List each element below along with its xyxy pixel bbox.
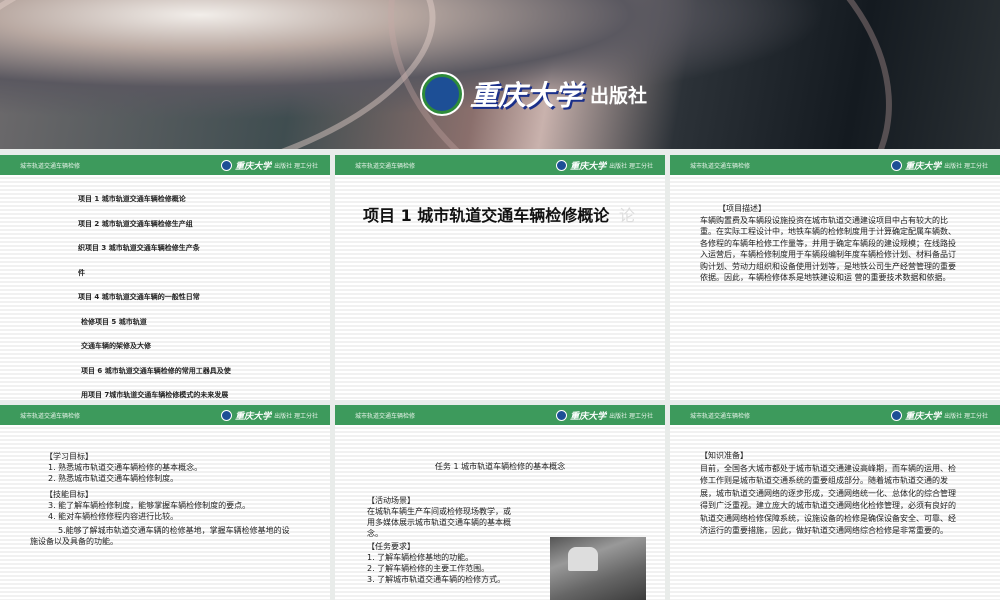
section-heading: 【任务要求】 [367,542,415,551]
toc-line: 用项目 7城市轨道交通车辆检修模式的未来发展 [81,391,229,399]
brand: 重庆大学 [905,161,942,172]
seal-icon [891,159,903,171]
list-item: 1. 熟悉城市轨道交通车辆检修的基本概念。 [48,463,203,472]
slide-thumbnail-6[interactable]: 城市轨道交通车辆检修 重庆大学 出版社 理工分社 【知识准备】 目前，全国各大城市都… [670,405,1000,600]
list-item: 2. 了解车辆检修的主要工作范围。 [367,564,490,573]
list-item: 2. 熟悉城市轨道交通车辆检修制度。 [48,474,179,483]
section-text: 车辆购置费及车辆段设施投资在城市轨道交通建设项目中占有较大的比重。在实际工程设计… [700,215,956,283]
university-seal-icon [422,74,462,114]
section-heading: 【学习目标】 [45,452,93,461]
ghost-text: 论 [619,206,636,225]
slide-header: 城市轨道交通车辆检修 重庆大学 出版社 理工分社 [670,155,1000,175]
publisher-suffix: 出版社 [590,84,648,107]
brand: 重庆大学 [905,411,942,422]
task-text: 【活动场景】 在城轨车辆生产车间或检修现场教学，或用多媒体展示城市轨道交通车辆的… [367,495,517,585]
slide-header: 城市轨道交通车辆检修 重庆大学 出版社 理工分社 [670,405,1000,425]
seal-icon [556,159,568,171]
brand-small: 出版社 理工分社 [944,162,988,170]
slide-thumbnail-3[interactable]: 城市轨道交通车辆检修 重庆大学 出版社 理工分社 【项目描述】 车辆购置费及车辆段设… [670,155,1000,400]
list-item: 3. 了解城市轨道交通车辆的检修方式。 [367,575,506,584]
toc-line: 项目 4 城市轨道交通车辆的一般性日常 [78,293,200,301]
slide-thumbnail-5[interactable]: 城市轨道交通车辆检修 重庆大学 出版社 理工分社 任务 1 城市轨道车辆检修的基本概… [335,405,665,600]
brand: 重庆大学 [235,161,272,172]
brand: 重庆大学 [235,411,272,422]
slide-thumbnail-1[interactable]: 城市轨道交通车辆检修 重庆大学 出版社 理工分社 项目 1 城市轨道交通车辆检修概论… [0,155,330,400]
brand-small: 出版社 理工分社 [274,412,318,420]
section-heading: 【活动场景】 [367,496,415,505]
slide-header: 城市轨道交通车辆检修 重庆大学 出版社 理工分社 [0,155,330,175]
project-description: 【项目描述】 车辆购置费及车辆段设施投资在城市轨道交通建设项目中占有较大的比重。… [670,175,1000,284]
course-title: 城市轨道交通车辆检修 [690,162,751,170]
toc-line: 项目 1 城市轨道交通车辆检修概论 [78,195,186,203]
section-heading: 【项目描述】 [718,204,766,213]
section-text: 在城轨车辆生产车间或检修现场教学，或用多媒体展示城市轨道交通车辆的基本概念。 [367,507,511,538]
section-text: 目前，全国各大城市都处于城市轨道交通建设高峰期，而车辆的运用、检修工作则是城市轨… [700,463,956,536]
slide-thumbnail-2[interactable]: 城市轨道交通车辆检修 重庆大学 出版社 理工分社 项目 1 城市轨道交通车辆检修概论… [335,155,665,400]
objectives: 【学习目标】 1. 熟悉城市轨道交通车辆检修的基本概念。 2. 熟悉城市轨道交通… [0,425,330,547]
slide-title-area: 项目 1 城市轨道交通车辆检修概论 论 [335,175,665,227]
course-title: 城市轨道交通车辆检修 [20,412,81,420]
slide-thumbnail-4[interactable]: 城市轨道交通车辆检修 重庆大学 出版社 理工分社 【学习目标】 1. 熟悉城市轨道交… [0,405,330,600]
brand-small: 出版社 理工分社 [274,162,318,170]
task-title: 任务 1 城市轨道车辆检修的基本概念 [434,462,566,471]
brand-small: 出版社 理工分社 [609,162,653,170]
list-item: 1. 了解车辆检修基地的功能。 [367,553,474,562]
toc-line: 织项目 3 城市轨道交通车辆检修生产条 [78,244,200,252]
course-title: 城市轨道交通车辆检修 [20,162,81,170]
slide-header: 城市轨道交通车辆检修 重庆大学 出版社 理工分社 [335,405,665,425]
slide-title: 项目 1 城市轨道交通车辆检修概论 [363,206,610,225]
list-item: 3. 能了解车辆检修制度，能够掌握车辆检修制度的要点。 [48,501,251,510]
section-heading: 【技能目标】 [45,490,93,499]
toc-line: 项目 6 城市轨道交通车辆检修的常用工器具及使 [81,366,231,375]
publisher-logo: 重庆大学 出版社 [422,74,647,114]
brand: 重庆大学 [570,161,607,172]
brand-small: 出版社 理工分社 [609,412,653,420]
seal-icon [221,409,233,421]
brand: 重庆大学 [570,411,607,422]
seal-icon [891,409,903,421]
brand-small: 出版社 理工分社 [944,412,988,420]
course-title: 城市轨道交通车辆检修 [690,412,751,420]
list-item: 5.能够了解城市轨道交通车辆的检修基地，掌握车辆检修基地的设施设备以及具备的功能… [30,526,290,546]
toc-line: 交通车辆的架修及大修 [81,342,151,350]
course-title: 城市轨道交通车辆检修 [355,162,416,170]
toc-line: 项目 2 城市轨道交通车辆检修生产组 [78,219,193,228]
list-item: 4. 能对车辆检修修程内容进行比较。 [48,512,179,521]
title-banner: 重庆大学 出版社 [0,0,1000,149]
seal-icon [221,159,233,171]
slide-header: 城市轨道交通车辆检修 重庆大学 出版社 理工分社 [335,155,665,175]
publisher-name: 重庆大学 [470,79,583,112]
seal-icon [556,409,568,421]
toc-list: 项目 1 城市轨道交通车辆检修概论 项目 2 城市轨道交通车辆检修生产组 织项目… [0,175,330,400]
slide-header: 城市轨道交通车辆检修 重庆大学 出版社 理工分社 [0,405,330,425]
knowledge-prep: 【知识准备】 目前，全国各大城市都处于城市轨道交通建设高峰期，而车辆的运用、检修… [670,425,1000,538]
train-depot-photo [550,537,646,600]
toc-line: 检修项目 5 城市轨道 [81,317,147,326]
course-title: 城市轨道交通车辆检修 [355,412,416,420]
section-heading: 【知识准备】 [700,451,748,460]
toc-line: 件 [78,268,85,277]
